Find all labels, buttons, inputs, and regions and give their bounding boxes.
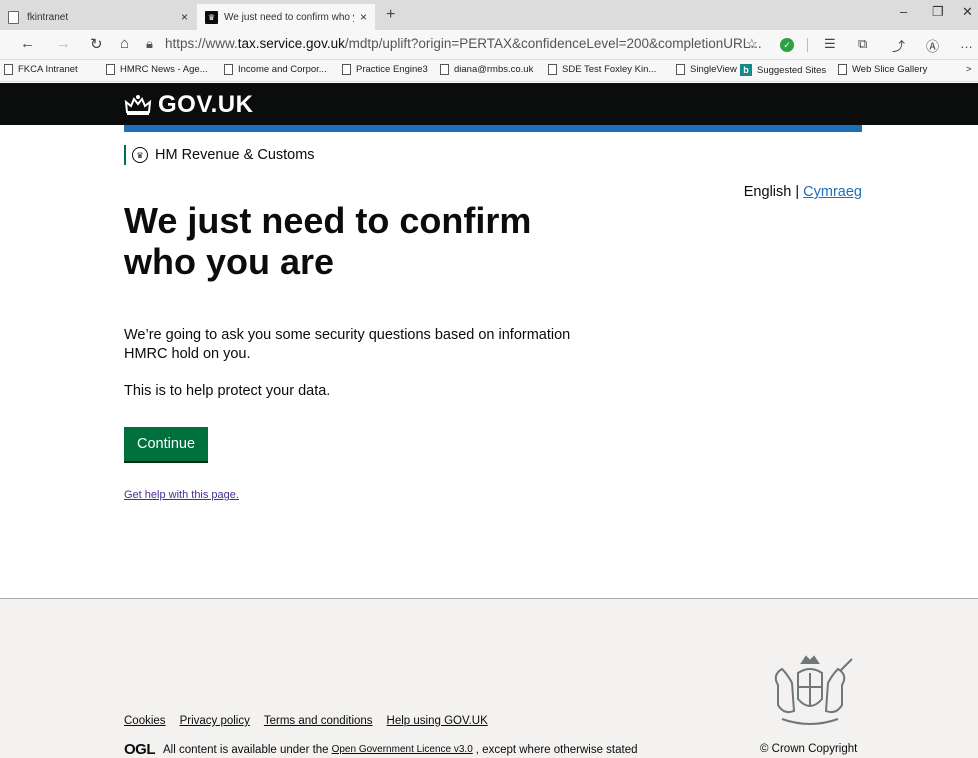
govuk-favicon-icon: ♛ bbox=[205, 10, 218, 24]
page-icon bbox=[4, 64, 13, 75]
language-separator: | bbox=[795, 184, 800, 200]
favorite-label: Income and Corpor... bbox=[238, 64, 327, 75]
close-window-button[interactable]: ✕ bbox=[962, 4, 973, 20]
favorite-label: diana@rmbs.co.uk bbox=[454, 64, 534, 75]
protect-data-paragraph: This is to help protect your data. bbox=[124, 383, 331, 399]
new-tab-button[interactable]: + bbox=[386, 6, 395, 24]
chevron-right-icon: > bbox=[966, 64, 972, 75]
favorite-item[interactable]: SingleView bbox=[676, 64, 737, 75]
url-path: /mdtp/uplift?origin=PERTAX&confidenceLev… bbox=[344, 36, 762, 51]
footer-link-cookies[interactable]: Cookies bbox=[124, 715, 166, 727]
page-title: We just need to confirm who you are bbox=[124, 200, 532, 282]
favorite-label: HMRC News - Age... bbox=[120, 64, 208, 75]
page-icon bbox=[224, 64, 233, 75]
language-cymraeg-link[interactable]: Cymraeg bbox=[803, 184, 862, 200]
favorite-label: SingleView bbox=[690, 64, 737, 75]
favorite-item[interactable]: FKCA Intranet bbox=[4, 64, 78, 75]
page-icon bbox=[342, 64, 351, 75]
govuk-footer: Cookies Privacy policy Terms and conditi… bbox=[0, 598, 978, 758]
extension-check-icon[interactable]: ✓ bbox=[780, 38, 794, 52]
hmrc-crest-icon: ♛ bbox=[132, 147, 148, 163]
more-menu-icon[interactable]: … bbox=[960, 36, 973, 51]
browser-tab-fkintranet[interactable]: fkintranet × bbox=[0, 4, 196, 30]
tab-close-icon[interactable]: × bbox=[181, 10, 188, 24]
favorites-bar: FKCA Intranet HMRC News - Age... Income … bbox=[0, 60, 978, 82]
url-host: tax.service.gov.uk bbox=[237, 36, 345, 51]
home-icon[interactable]: ⌂ bbox=[120, 35, 129, 52]
forward-arrow-icon[interactable]: → bbox=[56, 35, 71, 52]
back-arrow-icon[interactable]: ← bbox=[20, 35, 35, 52]
favorite-label: Web Slice Gallery bbox=[852, 64, 928, 75]
browser-tab-strip: fkintranet × ♛ We just need to confirm w… bbox=[0, 0, 978, 30]
share-icon[interactable]: ⤴ bbox=[892, 36, 905, 55]
profile-icon[interactable]: Ⓐ bbox=[926, 36, 939, 55]
page-icon bbox=[440, 64, 449, 75]
tab-close-icon[interactable]: × bbox=[360, 10, 367, 24]
footer-link-terms[interactable]: Terms and conditions bbox=[264, 715, 373, 727]
toolbar-divider bbox=[807, 38, 808, 52]
get-help-link[interactable]: Get help with this page. bbox=[124, 489, 239, 501]
crown-copyright-link[interactable]: © Crown Copyright bbox=[760, 743, 857, 755]
licence-suffix: , except where otherwise stated bbox=[475, 743, 638, 756]
tab-title: We just need to confirm who yo bbox=[224, 11, 354, 23]
page-icon bbox=[838, 64, 847, 75]
favorite-label: SDE Test Foxley Kin... bbox=[562, 64, 657, 75]
ogl-logo-icon: OGL bbox=[124, 741, 156, 758]
tab-title: fkintranet bbox=[27, 11, 69, 23]
header-blue-rule bbox=[124, 125, 862, 132]
favorite-item[interactable]: Income and Corpor... bbox=[224, 64, 327, 75]
intro-paragraph: We’re going to ask you some security que… bbox=[124, 327, 571, 362]
browser-address-bar: ← → ↻ ⌂ 🔒︎ https://www.tax.service.gov.u… bbox=[0, 30, 978, 60]
licence-prefix: All content is available under the bbox=[163, 743, 329, 756]
lock-icon[interactable]: 🔒︎ bbox=[146, 36, 153, 52]
favorite-label: FKCA Intranet bbox=[18, 64, 78, 75]
hmrc-department-link[interactable]: ♛ HM Revenue & Customs bbox=[124, 145, 315, 165]
bing-icon: b bbox=[740, 64, 752, 76]
page-icon bbox=[106, 64, 115, 75]
favorite-item[interactable]: Web Slice Gallery bbox=[838, 64, 927, 75]
favorite-item[interactable]: SDE Test Foxley Kin... bbox=[548, 64, 656, 75]
royal-coat-of-arms-icon bbox=[774, 655, 853, 725]
govuk-logo-text: GOV.UK bbox=[158, 91, 254, 118]
minimize-button[interactable]: – bbox=[900, 4, 907, 19]
continue-button[interactable]: Continue bbox=[124, 427, 208, 461]
department-name: HM Revenue & Customs bbox=[155, 147, 315, 163]
govuk-logo-link[interactable]: GOV.UK bbox=[124, 91, 253, 119]
crown-icon bbox=[124, 95, 152, 115]
language-current: English bbox=[743, 184, 792, 200]
restore-button[interactable]: ❐ bbox=[932, 4, 944, 20]
footer-links: Cookies Privacy policy Terms and conditi… bbox=[124, 715, 488, 727]
refresh-icon[interactable]: ↻ bbox=[90, 35, 103, 53]
favorite-item[interactable]: HMRC News - Age... bbox=[106, 64, 208, 75]
browser-tab-current[interactable]: ♛ We just need to confirm who yo × bbox=[197, 4, 375, 30]
page-icon bbox=[8, 10, 19, 24]
favorite-label: Practice Engine3 bbox=[356, 64, 428, 75]
govuk-header: GOV.UK bbox=[0, 83, 978, 125]
collections-icon[interactable]: ⧉ bbox=[858, 36, 867, 52]
page-icon bbox=[676, 64, 685, 75]
url-prefix: https://www. bbox=[165, 36, 238, 51]
language-toggle: English | Cymraeg bbox=[744, 184, 862, 200]
favorite-item[interactable]: diana@rmbs.co.uk bbox=[440, 64, 533, 75]
footer-link-privacy[interactable]: Privacy policy bbox=[180, 715, 250, 727]
favorite-label: Suggested Sites bbox=[757, 64, 827, 76]
favorite-item[interactable]: b Suggested Sites bbox=[740, 64, 826, 76]
open-government-licence-link[interactable]: Open Government Licence v3.0 bbox=[332, 744, 473, 755]
favorite-star-icon[interactable]: ☆ bbox=[746, 36, 758, 52]
url-field[interactable]: https://www.tax.service.gov.uk/mdtp/upli… bbox=[165, 36, 762, 51]
favorite-item[interactable]: Practice Engine3 bbox=[342, 64, 428, 75]
licence-statement: OGL All content is available under the O… bbox=[124, 741, 638, 758]
favorites-more-button[interactable]: > bbox=[966, 64, 972, 75]
favorites-list-icon[interactable]: ☰ bbox=[824, 36, 836, 52]
footer-link-help[interactable]: Help using GOV.UK bbox=[387, 715, 488, 727]
page-icon bbox=[548, 64, 557, 75]
